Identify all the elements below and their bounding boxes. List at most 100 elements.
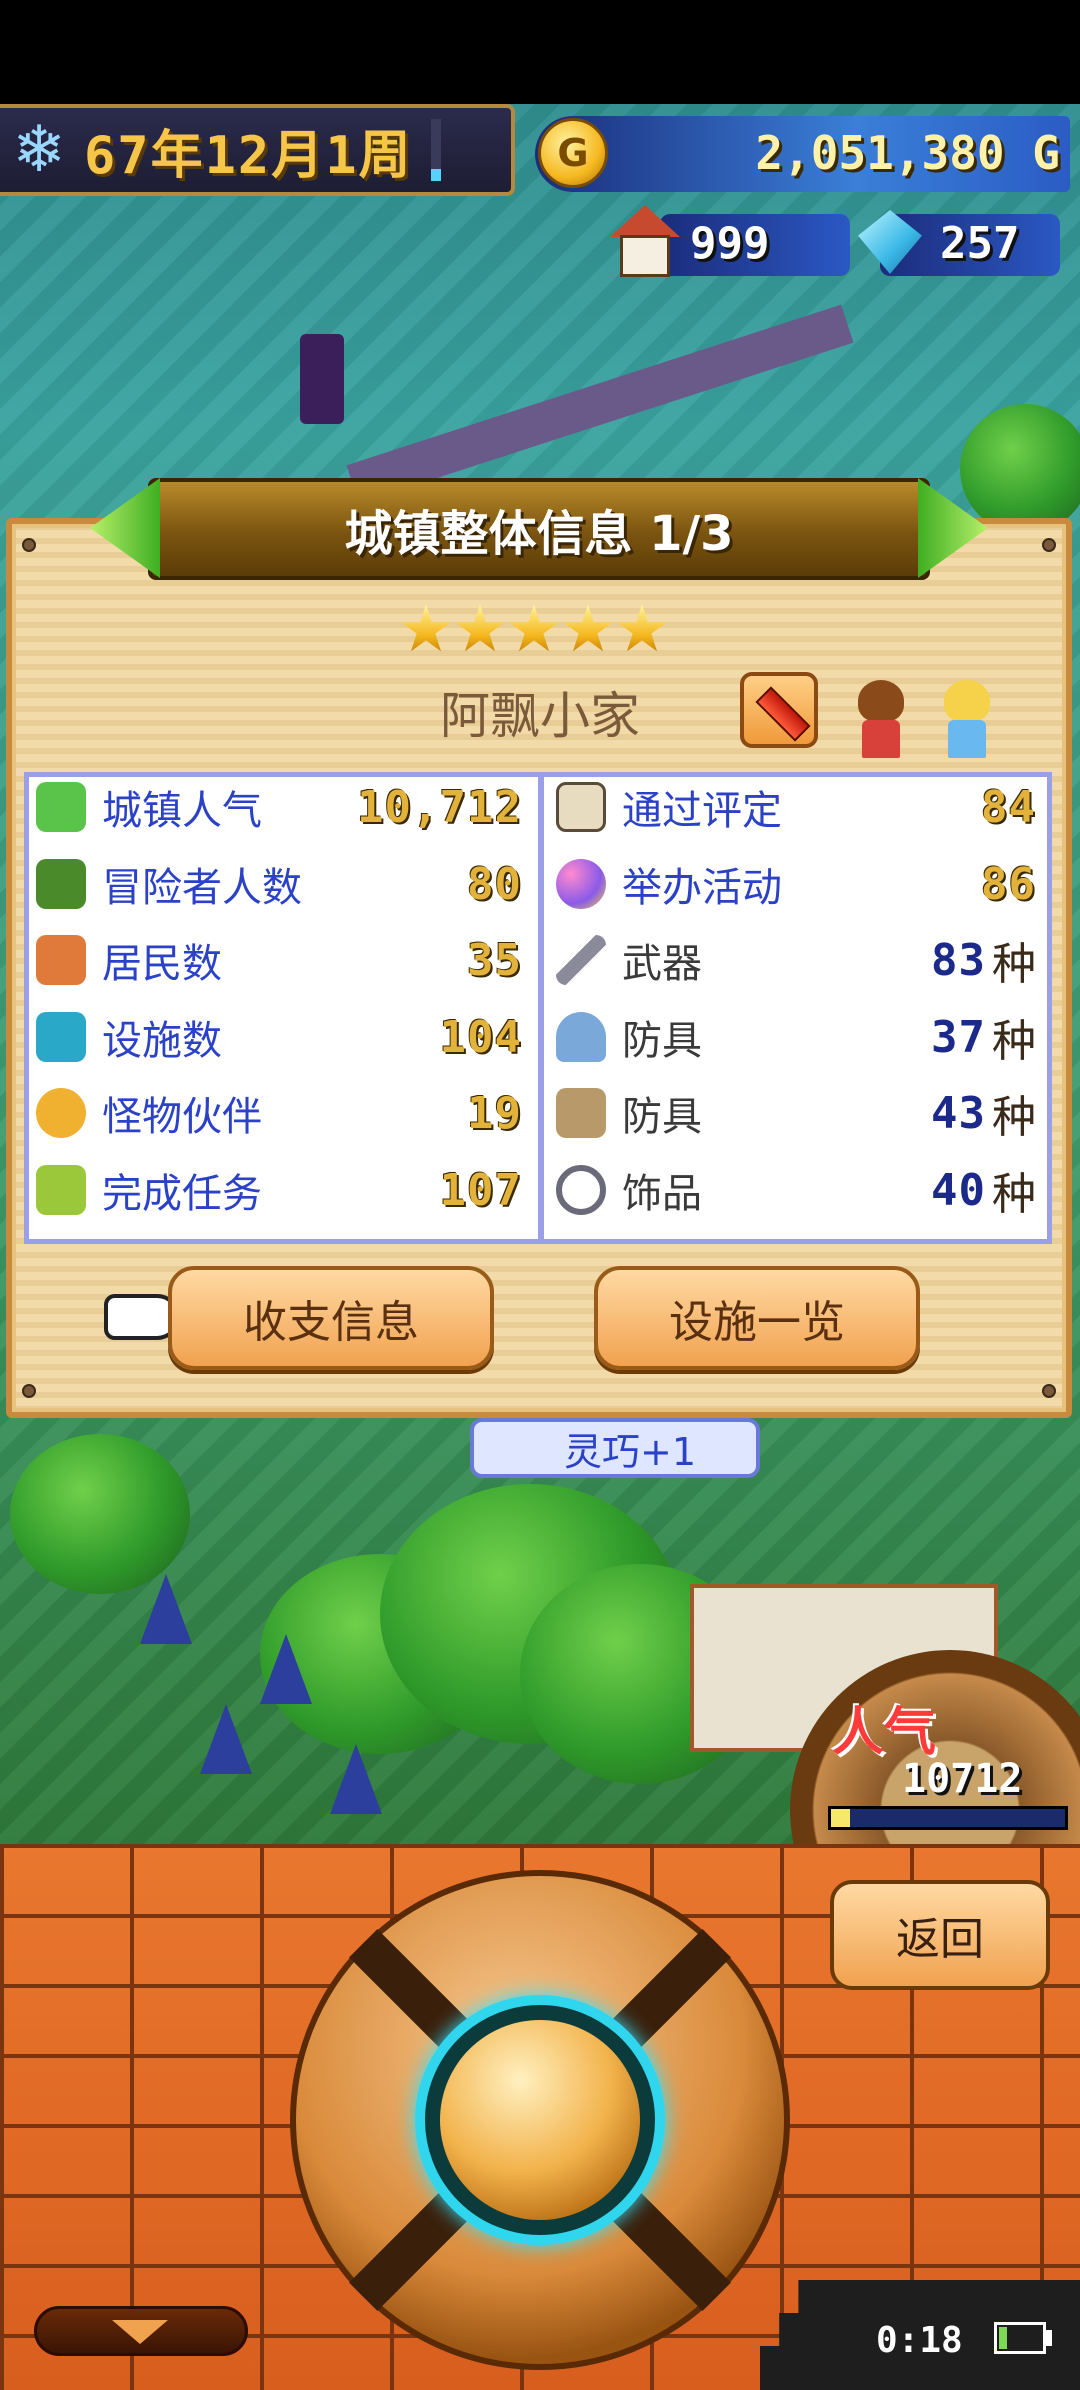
adventurer-icon: [36, 859, 86, 909]
dialog-title: 城镇整体信息 1/3: [344, 506, 734, 562]
stat-row-armor-body: 防具 43 种: [556, 1075, 1036, 1151]
stat-value: 40: [931, 1164, 986, 1216]
sword-icon: [556, 935, 606, 985]
stat-label: 防具: [622, 1018, 702, 1064]
quest-icon: [36, 1165, 86, 1215]
stat-row-quests: 完成任务 107: [36, 1152, 522, 1228]
stat-value: 83: [931, 934, 986, 986]
house-icon: [36, 935, 86, 985]
stat-label: 设施数: [102, 1018, 222, 1064]
stat-value: 35: [467, 934, 522, 986]
stat-value: 19: [467, 1087, 522, 1139]
back-button[interactable]: 返回: [830, 1880, 1050, 1990]
roof-decoration: [260, 1634, 312, 1704]
stat-label: 通过评定: [622, 788, 782, 834]
stat-unit: 种: [992, 1092, 1036, 1143]
stats-divider: [538, 772, 544, 1244]
roof-decoration: [330, 1744, 382, 1814]
stat-label: 居民数: [102, 941, 222, 987]
roof-decoration: [140, 1574, 192, 1644]
date-panel: ❄ 67年12月1周: [0, 104, 515, 196]
battery-tip: [1046, 2330, 1052, 2346]
rivet-decoration: [22, 1384, 36, 1398]
rating-star-icon: [455, 604, 505, 652]
character-avatar: [846, 676, 916, 760]
rating-star-icon: [617, 604, 667, 652]
chevron-down-icon: [112, 2320, 168, 2344]
stat-value: 86: [981, 858, 1036, 910]
popularity-value: 10712: [902, 1756, 1023, 1802]
certificate-icon: [556, 782, 606, 832]
week-progress-gauge: [430, 119, 441, 181]
rating-star-icon: [509, 604, 559, 652]
dialog-title-banner: 城镇整体信息 1/3: [148, 478, 930, 580]
stat-label: 城镇人气: [102, 788, 262, 834]
stat-unit: 种: [992, 1169, 1036, 1220]
town-rating-stars: [400, 604, 680, 664]
roof-decoration: [200, 1704, 252, 1774]
stat-row-events: 举办活动 86: [556, 846, 1036, 922]
monster-icon: [36, 1088, 86, 1138]
rivet-decoration: [1042, 1384, 1056, 1398]
stat-label: 冒险者人数: [102, 865, 302, 911]
stat-row-adventurers: 冒险者人数 80: [36, 846, 522, 922]
stat-row-certifications: 通过评定 84: [556, 769, 1036, 845]
stat-row-armor-helmets: 防具 37 种: [556, 999, 1036, 1075]
wall-decoration: [346, 304, 854, 504]
stat-value: 80: [467, 858, 522, 910]
stat-value: 43: [931, 1087, 986, 1139]
armor-icon: [556, 1088, 606, 1138]
popularity-label: 人气: [832, 1703, 937, 1763]
snowflake-icon: ❄: [12, 113, 66, 187]
stat-row-popularity: 城镇人气 10,712: [36, 769, 522, 845]
stat-value: 10,712: [357, 781, 522, 833]
top-black-bar: [0, 0, 1080, 104]
tree-decoration: [10, 1434, 190, 1594]
stat-label: 举办活动: [622, 865, 782, 911]
stat-unit: 种: [992, 939, 1036, 990]
stat-row-monsters: 怪物伙伴 19: [36, 1075, 522, 1151]
gold-amount: 2,051,380 G: [755, 126, 1060, 180]
popularity-bar-fill: [831, 1809, 850, 1827]
stat-value: 104: [439, 1011, 522, 1063]
cactus-icon: [36, 782, 86, 832]
joystick-center-button[interactable]: [440, 2020, 640, 2220]
balloon-icon: [556, 859, 606, 909]
stat-unit: 种: [992, 1016, 1036, 1067]
stat-row-facilities: 设施数 104: [36, 999, 522, 1075]
stat-value: 37: [931, 1011, 986, 1063]
stat-value: 107: [439, 1164, 522, 1216]
helmet-icon: [556, 1012, 606, 1062]
gems-count: 257: [940, 218, 1020, 269]
ring-icon: [556, 1165, 606, 1215]
stat-value: 84: [981, 781, 1036, 833]
stat-label: 完成任务: [102, 1171, 262, 1217]
gold-coin-icon: G: [538, 118, 608, 188]
stat-label: 饰品: [622, 1171, 702, 1217]
rating-star-icon: [563, 604, 613, 652]
date-display: 67年12月1周: [84, 125, 413, 186]
stat-gain-bubble: 灵巧+1: [470, 1418, 760, 1478]
rivet-decoration: [1042, 538, 1056, 552]
income-info-button[interactable]: 收支信息: [168, 1266, 494, 1370]
stat-label: 防具: [622, 1094, 702, 1140]
pencil-icon: [755, 686, 811, 742]
town-name: 阿飘小家: [440, 687, 640, 745]
facility-list-button[interactable]: 设施一览: [594, 1266, 920, 1370]
stat-row-weapons: 武器 83 种: [556, 922, 1036, 998]
facility-icon: [36, 1012, 86, 1062]
house-icon: [610, 205, 680, 280]
character-avatar: [932, 676, 1002, 760]
tower-decoration: [300, 334, 344, 424]
stat-label: 武器: [622, 941, 702, 987]
stat-row-residents: 居民数 35: [36, 922, 522, 998]
popularity-bar: [828, 1806, 1068, 1830]
rivet-decoration: [22, 538, 36, 552]
battery-level: [999, 2327, 1007, 2349]
stat-label: 怪物伙伴: [102, 1094, 262, 1140]
houses-count: 999: [690, 218, 770, 269]
rating-star-icon: [401, 604, 451, 652]
play-clock: 0:18: [876, 2320, 963, 2361]
rename-town-button[interactable]: [740, 672, 818, 748]
stat-row-accessories: 饰品 40 种: [556, 1152, 1036, 1228]
